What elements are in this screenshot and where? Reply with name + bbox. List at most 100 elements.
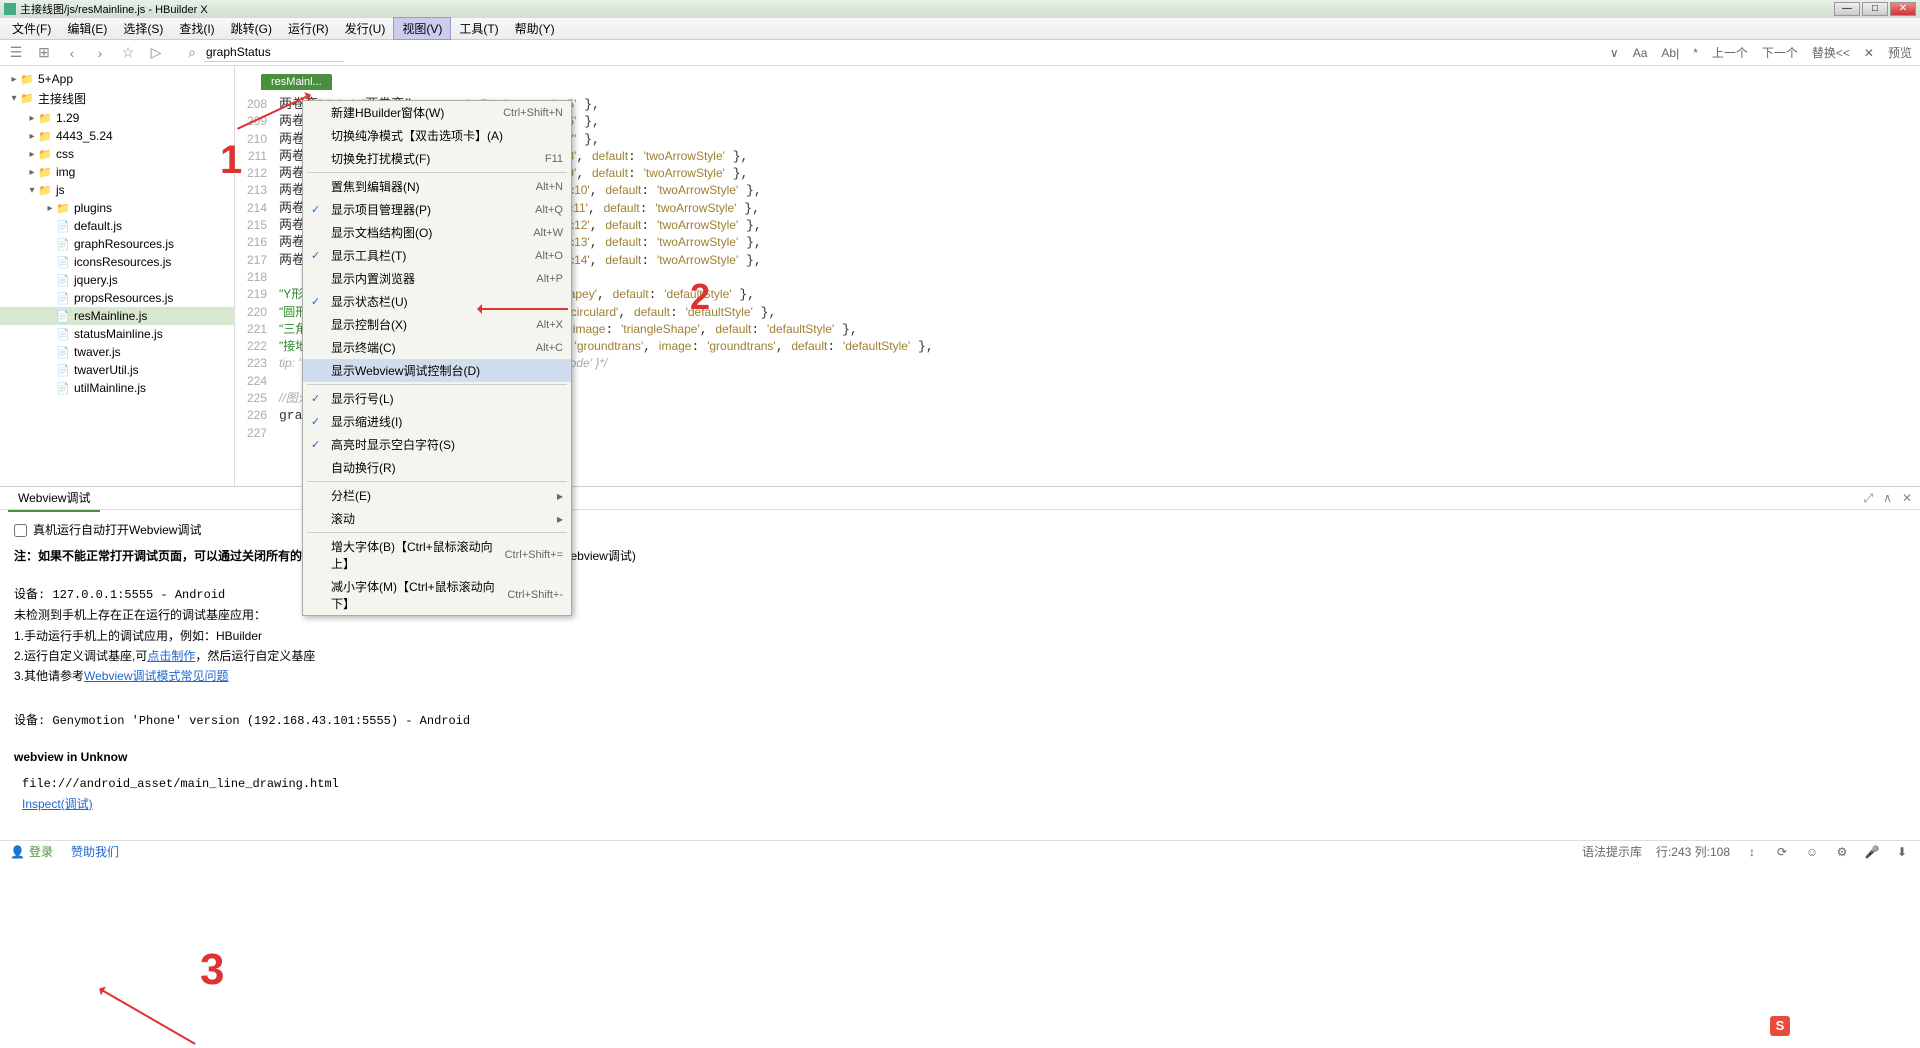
tree-item-11[interactable]: 📄jquery.js <box>0 271 234 289</box>
device-2: 设备: Genymotion 'Phone' version (192.168.… <box>14 711 1906 731</box>
tree-label: default.js <box>74 219 122 233</box>
find-opt-4[interactable]: 上一个 <box>1712 44 1748 61</box>
folder-icon: 📁 <box>38 165 52 179</box>
menu-item-23[interactable]: 减小字体(M)【Ctrl+鼠标滚动向下】Ctrl+Shift+- <box>303 575 571 615</box>
find-opt-5[interactable]: 下一个 <box>1762 44 1798 61</box>
search-input[interactable] <box>204 43 344 62</box>
menu-item-9[interactable]: ✓显示状态栏(U) <box>303 290 571 313</box>
menu-item-22[interactable]: 增大字体(B)【Ctrl+鼠标滚动向上】Ctrl+Shift+= <box>303 535 571 575</box>
menu-item-20[interactable]: 滚动▸ <box>303 507 571 530</box>
webview-debug-tab[interactable]: Webview调试 <box>8 485 100 512</box>
faq-link[interactable]: Webview调试模式常见问题 <box>84 669 228 683</box>
tree-item-2[interactable]: ▸📁1.29 <box>0 109 234 127</box>
menu-item-10[interactable]: 显示控制台(X)Alt+X <box>303 313 571 336</box>
menu-item-0[interactable]: 新建HBuilder窗体(W)Ctrl+Shift+N <box>303 101 571 124</box>
tree-label: 5+App <box>38 72 73 86</box>
find-opt-2[interactable]: Ab| <box>1661 46 1679 60</box>
tree-item-16[interactable]: 📄twaverUtil.js <box>0 361 234 379</box>
donate-link[interactable]: 赞助我们 <box>71 843 119 860</box>
menu-item-16[interactable]: ✓高亮时显示空白字符(S) <box>303 433 571 456</box>
menu-item-14[interactable]: ✓显示行号(L) <box>303 387 571 410</box>
menu-9[interactable]: 帮助(Y) <box>507 18 563 39</box>
toolbar-right: ∨ Aa Ab| * 上一个下一个替换<< ✕ 预览 <box>1610 44 1912 61</box>
editor-tab[interactable]: resMainl... <box>261 74 332 90</box>
syntax-hint[interactable]: 语法提示库 <box>1582 843 1642 860</box>
status-icon-5[interactable]: 🎤 <box>1864 844 1880 860</box>
menu-item-2[interactable]: 切换免打扰模式(F)F11 <box>303 147 571 170</box>
menu-item-6[interactable]: 显示文档结构图(O)Alt+W <box>303 221 571 244</box>
tree-item-9[interactable]: 📄graphResources.js <box>0 235 234 253</box>
menu-5[interactable]: 运行(R) <box>280 18 337 39</box>
tree-item-3[interactable]: ▸📁4443_5.24 <box>0 127 234 145</box>
status-icon-2[interactable]: ⟳ <box>1774 844 1790 860</box>
tree-label: twaverUtil.js <box>74 363 139 377</box>
tree-item-12[interactable]: 📄propsResources.js <box>0 289 234 307</box>
menu-7[interactable]: 视图(V) <box>393 17 451 40</box>
auto-open-checkbox[interactable] <box>14 524 27 537</box>
menu-icon[interactable]: ☰ <box>8 45 24 61</box>
tree-item-17[interactable]: 📄utilMainline.js <box>0 379 234 397</box>
tree-item-14[interactable]: 📄statusMainline.js <box>0 325 234 343</box>
expand-icon[interactable]: ⊞ <box>36 45 52 61</box>
tree-item-15[interactable]: 📄twaver.js <box>0 343 234 361</box>
file-icon: 📄 <box>56 255 70 269</box>
menu-item-12[interactable]: 显示Webview调试控制台(D) <box>303 359 571 382</box>
menu-2[interactable]: 选择(S) <box>115 18 171 39</box>
menu-6[interactable]: 发行(U) <box>337 18 394 39</box>
forward-icon[interactable]: › <box>92 45 108 61</box>
menu-item-17[interactable]: 自动换行(R) <box>303 456 571 479</box>
ime-indicator[interactable]: S <box>1770 1016 1790 1036</box>
tree-label: plugins <box>74 201 112 215</box>
maximize-button[interactable]: □ <box>1862 2 1888 16</box>
menu-3[interactable]: 查找(I) <box>171 18 222 39</box>
panel-close-icon[interactable]: ✕ <box>1902 491 1912 506</box>
minimize-button[interactable]: — <box>1834 2 1860 16</box>
menu-item-19[interactable]: 分栏(E)▸ <box>303 484 571 507</box>
project-explorer[interactable]: ▸📁5+App▾📁主接线图▸📁1.29▸📁4443_5.24▸📁css▸📁img… <box>0 66 235 486</box>
menu-item-11[interactable]: 显示终端(C)Alt+C <box>303 336 571 359</box>
status-icon-1[interactable]: ↕ <box>1744 844 1760 860</box>
find-opt-8[interactable]: 预览 <box>1888 44 1912 61</box>
step-3: 3.其他请参考Webview调试模式常见问题 <box>14 666 1906 686</box>
view-menu-dropdown[interactable]: 新建HBuilder窗体(W)Ctrl+Shift+N切换纯净模式【双击选项卡】… <box>302 100 572 616</box>
cursor-position: 行:243 列:108 <box>1656 843 1730 860</box>
inspect-link[interactable]: Inspect(调试) <box>22 797 93 811</box>
find-opt-6[interactable]: 替换<< <box>1812 44 1850 61</box>
menu-0[interactable]: 文件(F) <box>4 18 59 39</box>
back-icon[interactable]: ‹ <box>64 45 80 61</box>
tree-item-8[interactable]: 📄default.js <box>0 217 234 235</box>
tree-item-13[interactable]: 📄resMainline.js <box>0 307 234 325</box>
run-icon[interactable]: ▷ <box>148 45 164 61</box>
star-icon[interactable]: ☆ <box>120 45 136 61</box>
status-icon-6[interactable]: ⬇ <box>1894 844 1910 860</box>
tree-item-1[interactable]: ▾📁主接线图 <box>0 88 234 109</box>
menu-item-5[interactable]: ✓显示项目管理器(P)Alt+Q <box>303 198 571 221</box>
find-opt-7[interactable]: ✕ <box>1864 46 1874 60</box>
find-opt-0[interactable]: ∨ <box>1610 46 1619 60</box>
menu-1[interactable]: 编辑(E) <box>59 18 115 39</box>
menu-item-15[interactable]: ✓显示缩进线(I) <box>303 410 571 433</box>
find-opt-1[interactable]: Aa <box>1633 46 1648 60</box>
menu-8[interactable]: 工具(T) <box>451 18 506 39</box>
menu-4[interactable]: 跳转(G) <box>223 18 280 39</box>
tree-item-10[interactable]: 📄iconsResources.js <box>0 253 234 271</box>
menu-item-7[interactable]: ✓显示工具栏(T)Alt+O <box>303 244 571 267</box>
tree-label: js <box>56 183 65 197</box>
tree-label: twaver.js <box>74 345 121 359</box>
tree-item-5[interactable]: ▸📁img <box>0 163 234 181</box>
login-link[interactable]: 👤 登录 <box>10 843 53 860</box>
close-button[interactable]: ✕ <box>1890 2 1916 16</box>
tree-item-0[interactable]: ▸📁5+App <box>0 70 234 88</box>
panel-collapse-icon[interactable]: ∧ <box>1883 491 1892 506</box>
tree-item-6[interactable]: ▾📁js <box>0 181 234 199</box>
menu-item-8[interactable]: 显示内置浏览器Alt+P <box>303 267 571 290</box>
make-link[interactable]: 点击制作 <box>147 649 195 663</box>
status-icon-3[interactable]: ☺ <box>1804 844 1820 860</box>
status-icon-4[interactable]: ⚙ <box>1834 844 1850 860</box>
panel-expand-icon[interactable]: ⤢ <box>1864 491 1874 506</box>
tree-item-7[interactable]: ▸📁plugins <box>0 199 234 217</box>
menu-item-1[interactable]: 切换纯净模式【双击选项卡】(A) <box>303 124 571 147</box>
tree-item-4[interactable]: ▸📁css <box>0 145 234 163</box>
menu-item-4[interactable]: 置焦到编辑器(N)Alt+N <box>303 175 571 198</box>
find-opt-3[interactable]: * <box>1693 46 1698 60</box>
